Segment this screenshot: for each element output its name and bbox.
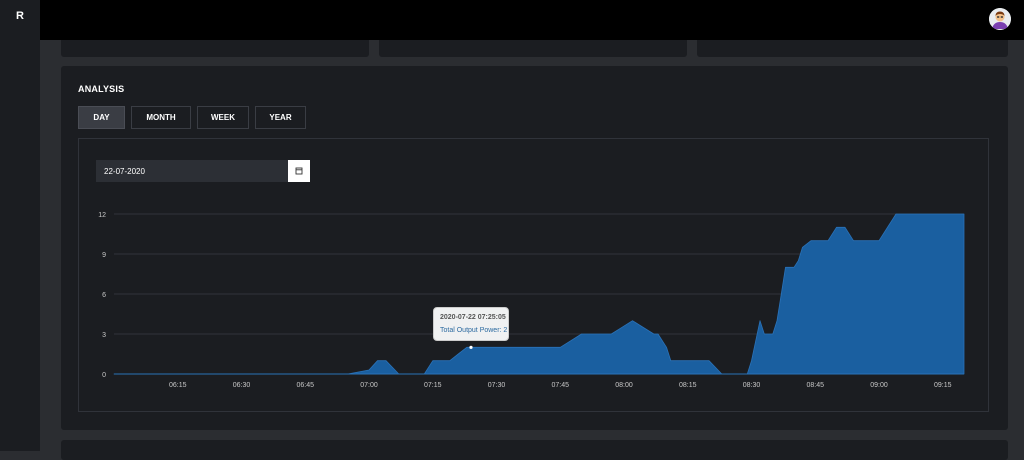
chart-tooltip: 2020-07-22 07:25:05 Total Output Power: … [433,307,509,341]
x-tick-label: 09:00 [870,382,888,389]
x-tick-label: 06:45 [296,382,314,389]
y-tick-label: 0 [102,372,106,379]
x-tick-label: 08:15 [679,382,697,389]
hover-point [469,345,473,349]
x-tick-label: 08:00 [615,382,633,389]
x-tick-label: 07:45 [551,382,569,389]
y-tick-label: 12 [98,212,106,219]
x-tick-label: 06:30 [233,382,251,389]
y-tick-label: 9 [102,252,106,259]
tooltip-value: Total Output Power: 2 [440,327,508,334]
x-tick-label: 07:00 [360,382,378,389]
y-tick-label: 3 [102,332,106,339]
x-tick-label: 06:15 [169,382,187,389]
x-tick-label: 07:15 [424,382,442,389]
y-tick-label: 6 [102,292,106,299]
x-tick-label: 08:30 [743,382,761,389]
x-tick-label: 08:45 [806,382,824,389]
output-power-chart: 0 3 6 9 12 06:15 06:30 06:45 07:00 07:15 07:30 07:4… [98,212,965,389]
tooltip-time: 2020-07-22 07:25:05 [440,314,506,321]
x-tick-label: 07:30 [488,382,506,389]
x-tick-label: 09:15 [934,382,952,389]
